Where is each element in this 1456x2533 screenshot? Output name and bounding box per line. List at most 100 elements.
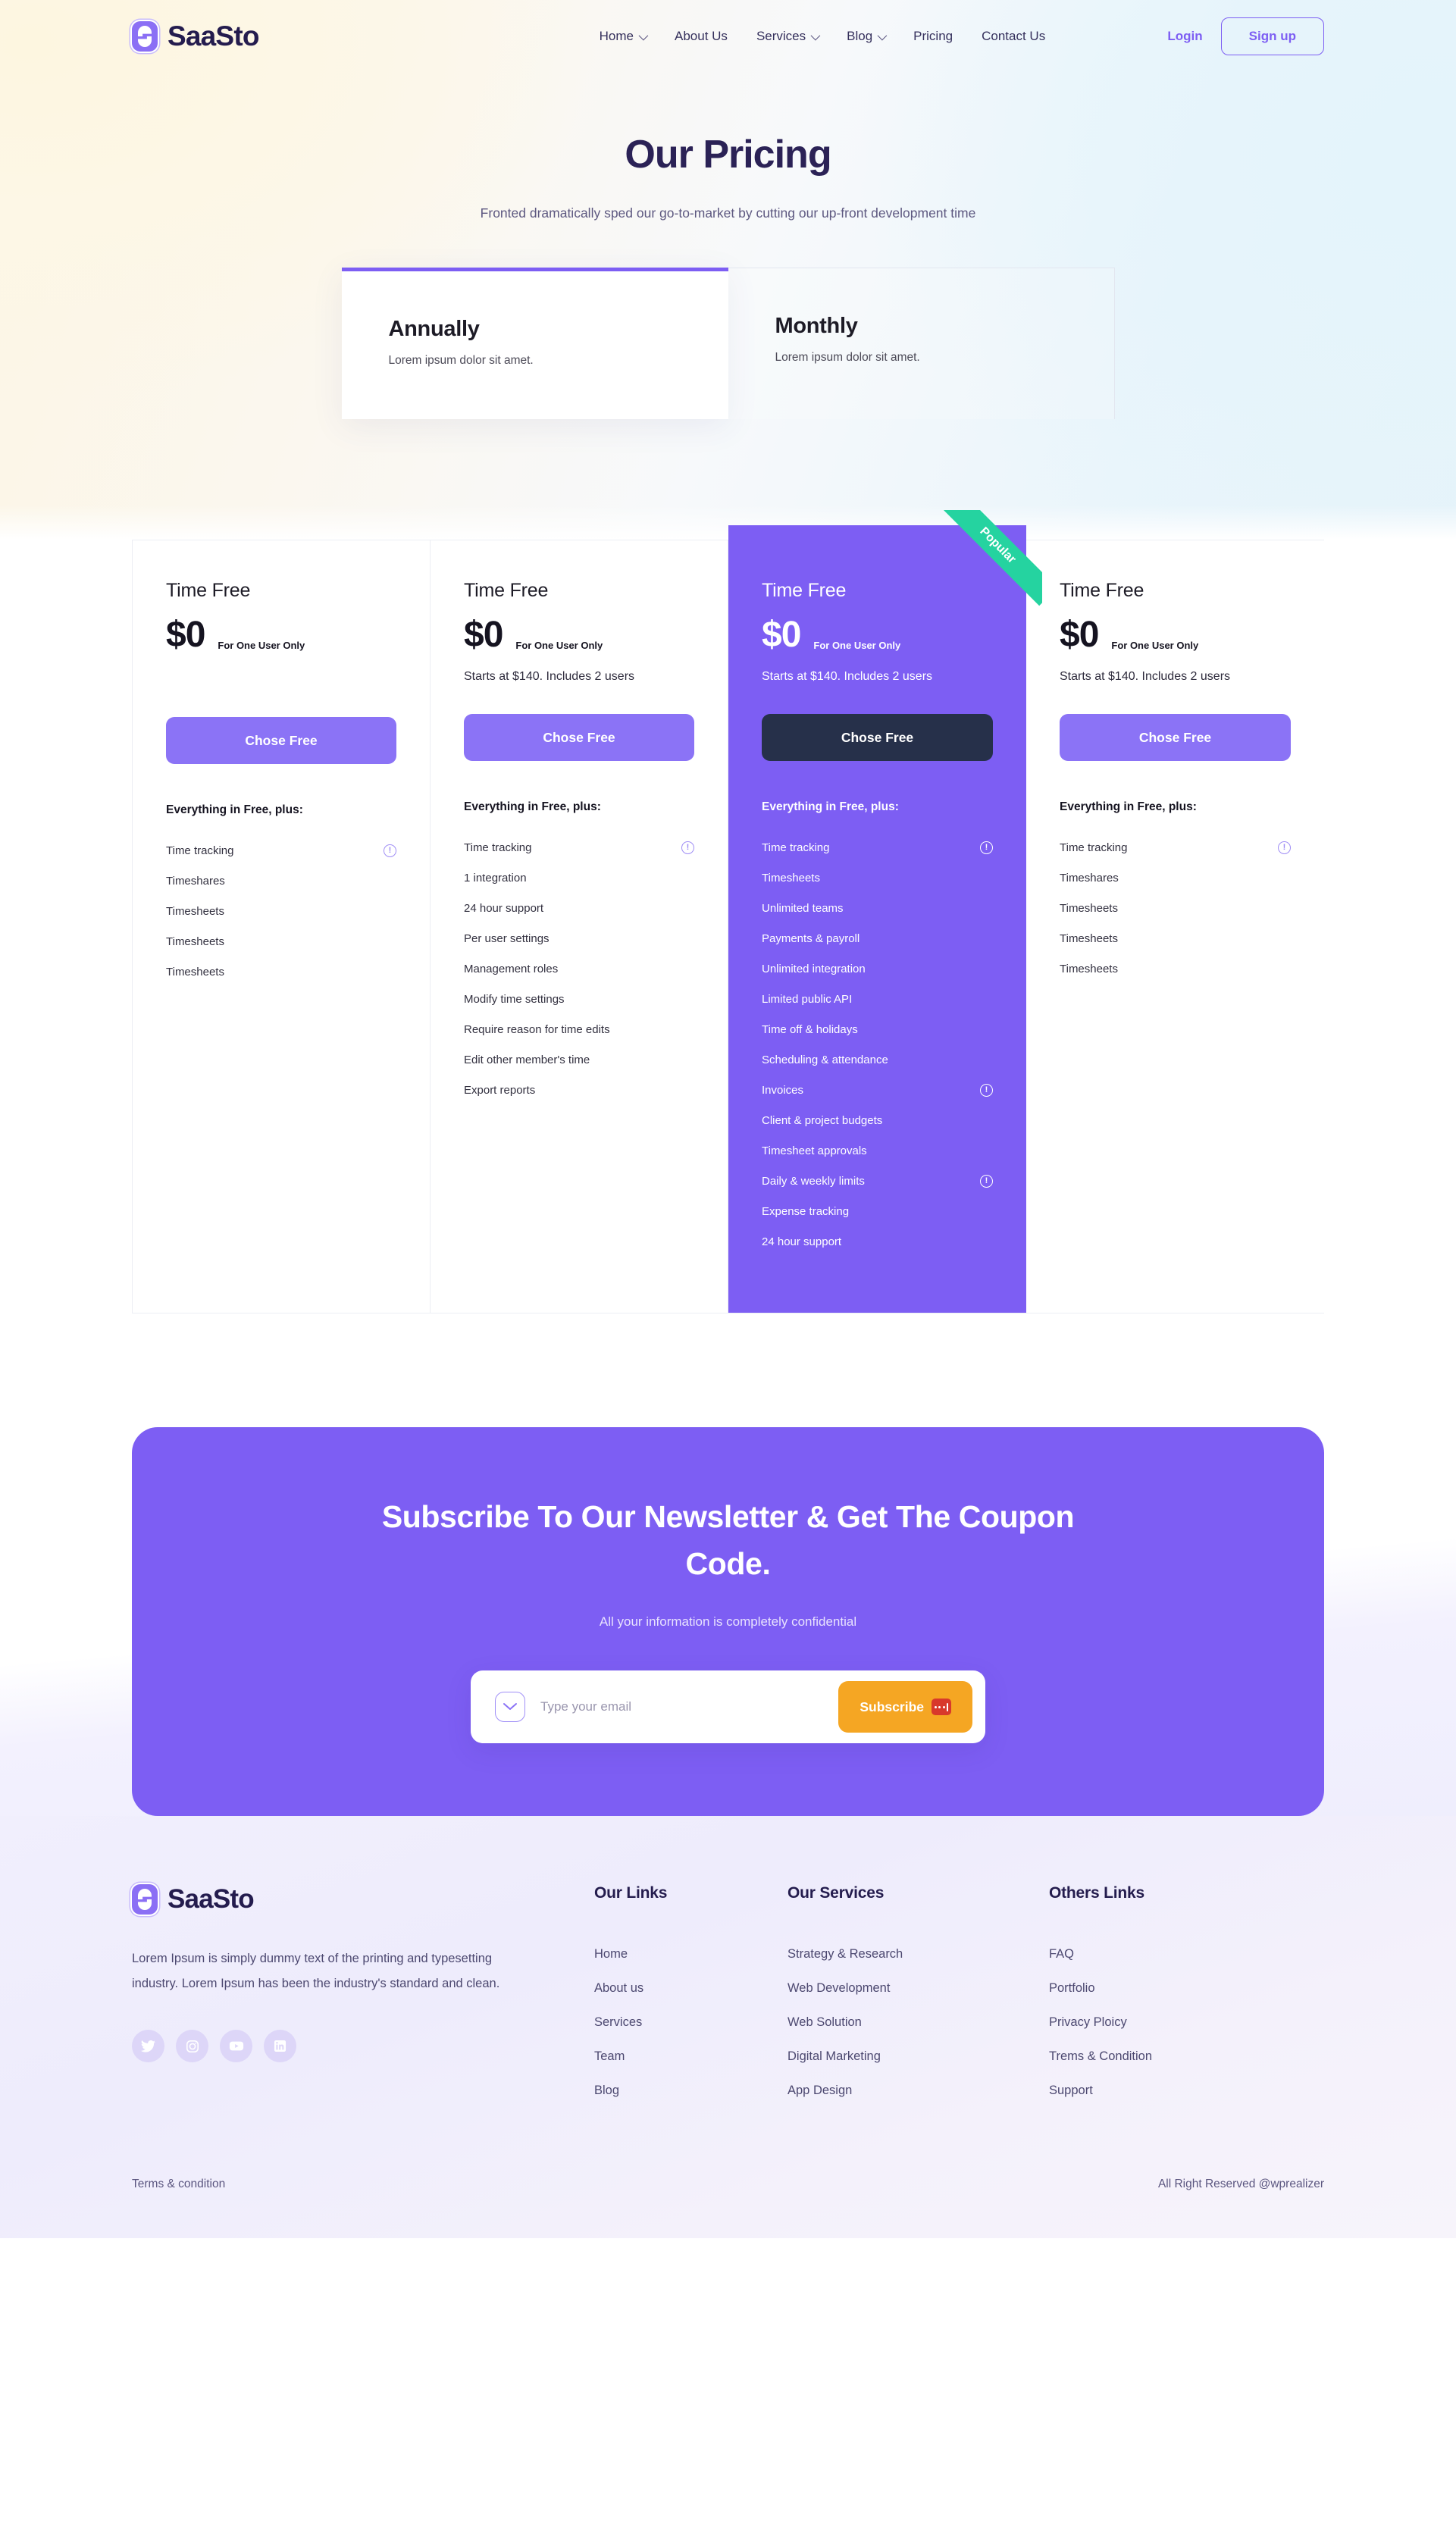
email-input[interactable] xyxy=(540,1699,839,1714)
nav-item-about-us[interactable]: About Us xyxy=(660,29,742,44)
feature-label: Unlimited teams xyxy=(762,901,844,915)
feature-row: Expense tracking xyxy=(762,1196,993,1226)
feature-row: Export reports xyxy=(464,1075,694,1105)
feature-row: Require reason for time edits xyxy=(464,1014,694,1044)
footer-link[interactable]: Team xyxy=(594,2040,787,2074)
brand-logo[interactable]: SaaSto xyxy=(132,20,259,52)
plan-name: Time Free xyxy=(1060,580,1144,601)
feature-label: Timesheets xyxy=(1060,931,1118,945)
feature-row: Timesheets xyxy=(1060,953,1291,984)
chevron-down-icon xyxy=(810,30,821,40)
footer-link[interactable]: Strategy & Research xyxy=(787,1937,1049,1971)
newsletter-subtitle: All your information is completely confi… xyxy=(599,1614,857,1629)
footer-link[interactable]: Support xyxy=(1049,2074,1310,2108)
plan-price-row: $0 For One User Only xyxy=(1060,617,1291,653)
footer-link[interactable]: Services xyxy=(594,2005,787,2040)
subscribe-button[interactable]: Subscribe xyxy=(838,1681,972,1733)
login-link[interactable]: Login xyxy=(1167,29,1202,44)
nav-item-blog[interactable]: Blog xyxy=(832,29,899,44)
plan-starts-at: Starts at $140. Includes 2 users xyxy=(762,670,933,683)
footer: SaaSto Lorem Ipsum is simply dummy text … xyxy=(0,1816,1456,2238)
feature-label: Timeshares xyxy=(1060,871,1119,885)
twitter-icon[interactable] xyxy=(132,2030,164,2062)
instagram-icon[interactable] xyxy=(176,2030,208,2062)
info-icon[interactable]: ! xyxy=(681,841,694,854)
choose-plan-button-2[interactable]: Chose Free xyxy=(464,714,694,761)
feature-label: Invoices xyxy=(762,1083,804,1097)
pricing-section: Time Free $0 For One User Only Chose Fre… xyxy=(0,510,1456,1427)
info-icon[interactable]: ! xyxy=(384,844,396,857)
feature-row: Timesheets xyxy=(1060,923,1291,953)
nav-item-contact-us[interactable]: Contact Us xyxy=(967,29,1060,44)
mail-icon xyxy=(495,1692,525,1722)
feature-label: Timesheet approvals xyxy=(762,1144,867,1157)
billing-period-tabs: Annually Lorem ipsum dolor sit amet. Mon… xyxy=(341,268,1115,419)
footer-link[interactable]: Privacy Ploicy xyxy=(1049,2005,1310,2040)
footer-bottom-bar: Terms & condition All Right Reserved @wp… xyxy=(132,2178,1324,2238)
linkedin-icon[interactable] xyxy=(264,2030,296,2062)
feature-row: Timesheets xyxy=(1060,893,1291,923)
plan-feature-list-2: Time tracking ! 1 integration 24 hour su… xyxy=(464,832,694,1105)
tab-monthly-title: Monthly xyxy=(775,314,858,338)
footer-link[interactable]: Digital Marketing xyxy=(787,2040,1049,2074)
footer-link[interactable]: Web Development xyxy=(787,1971,1049,2005)
feature-row: Timeshares xyxy=(1060,863,1291,893)
footer-link[interactable]: Trems & Condition xyxy=(1049,2040,1310,2074)
info-icon[interactable]: ! xyxy=(1278,841,1291,854)
plan-feature-list-3: Time tracking ! Timesheets Unlimited tea… xyxy=(762,832,993,1257)
footer-brand-logo[interactable]: SaaSto xyxy=(132,1884,503,1915)
newsletter-card: Subscribe To Our Newsletter & Get The Co… xyxy=(132,1427,1324,1816)
signup-button[interactable]: Sign up xyxy=(1220,17,1324,55)
choose-plan-button-4[interactable]: Chose Free xyxy=(1060,714,1291,761)
page-heading-block: Our Pricing Fronted dramatically sped ou… xyxy=(0,132,1456,227)
tab-annually[interactable]: Annually Lorem ipsum dolor sit amet. xyxy=(341,268,728,419)
footer-link[interactable]: Home xyxy=(594,1937,787,1971)
footer-column-title: Our Services xyxy=(787,1884,885,1902)
feature-label: Edit other member's time xyxy=(464,1053,590,1066)
footer-social-links xyxy=(132,2030,503,2062)
plan-price-note: For One User Only xyxy=(813,640,901,651)
footer-link[interactable]: About us xyxy=(594,1971,787,2005)
footer-about-text: Lorem Ipsum is simply dummy text of the … xyxy=(132,1952,500,1990)
feature-label: Daily & weekly limits xyxy=(762,1174,865,1188)
nav-item-home[interactable]: Home xyxy=(585,29,660,44)
plan-starts-at: Starts at $140. Includes 2 users xyxy=(464,670,635,683)
tab-monthly[interactable]: Monthly Lorem ipsum dolor sit amet. xyxy=(728,268,1115,419)
page-subtitle: Fronted dramatically sped our go-to-mark… xyxy=(480,205,976,221)
footer-column-title: Our Links xyxy=(594,1884,668,1902)
footer-link[interactable]: Web Solution xyxy=(787,2005,1049,2040)
copyright-text: All Right Reserved @wprealizer xyxy=(1157,2178,1324,2190)
plan-features-heading: Everything in Free, plus: xyxy=(1060,800,1197,813)
footer-link[interactable]: Portfolio xyxy=(1049,1971,1310,2005)
choose-plan-button-1[interactable]: Chose Free xyxy=(166,717,396,764)
footer-link[interactable]: App Design xyxy=(787,2074,1049,2108)
feature-row: Per user settings xyxy=(464,923,694,953)
popular-ribbon: Popular xyxy=(927,510,1042,625)
info-icon[interactable]: ! xyxy=(980,841,993,854)
nav-item-services[interactable]: Services xyxy=(742,29,832,44)
feature-label: Timesheets xyxy=(166,965,224,978)
plan-starts-at: Starts at $140. Includes 2 users xyxy=(1060,670,1231,683)
plan-name: Time Free xyxy=(464,580,549,601)
footer-link[interactable]: FAQ xyxy=(1049,1937,1310,1971)
youtube-icon[interactable] xyxy=(220,2030,252,2062)
nav-item-pricing[interactable]: Pricing xyxy=(899,29,967,44)
choose-plan-button-3[interactable]: Chose Free xyxy=(762,714,993,761)
terms-condition-link[interactable]: Terms & condition xyxy=(132,2178,225,2191)
feature-row: Timesheets xyxy=(762,863,993,893)
feature-row: Time off & holidays xyxy=(762,1014,993,1044)
feature-row: Daily & weekly limits ! xyxy=(762,1166,993,1196)
footer-link-list: Strategy & Research Web Development Web … xyxy=(787,1937,1049,2108)
page-title: Our Pricing xyxy=(625,133,831,177)
footer-link[interactable]: Blog xyxy=(594,2074,787,2108)
feature-label: 24 hour support xyxy=(464,901,544,915)
pricing-card-1: Time Free $0 For One User Only Chose Fre… xyxy=(133,540,431,1313)
info-icon[interactable]: ! xyxy=(980,1174,993,1188)
nav-item-contact-us-label: Contact Us xyxy=(982,29,1046,43)
feature-row: Time tracking ! xyxy=(762,832,993,863)
footer-about: SaaSto Lorem Ipsum is simply dummy text … xyxy=(132,1884,594,2108)
feature-row: Scheduling & attendance xyxy=(762,1044,993,1075)
info-icon[interactable]: ! xyxy=(980,1083,993,1097)
feature-row: Invoices ! xyxy=(762,1075,993,1105)
pricing-page: SaaSto Home About Us Services Blog Prici… xyxy=(0,0,1456,2238)
